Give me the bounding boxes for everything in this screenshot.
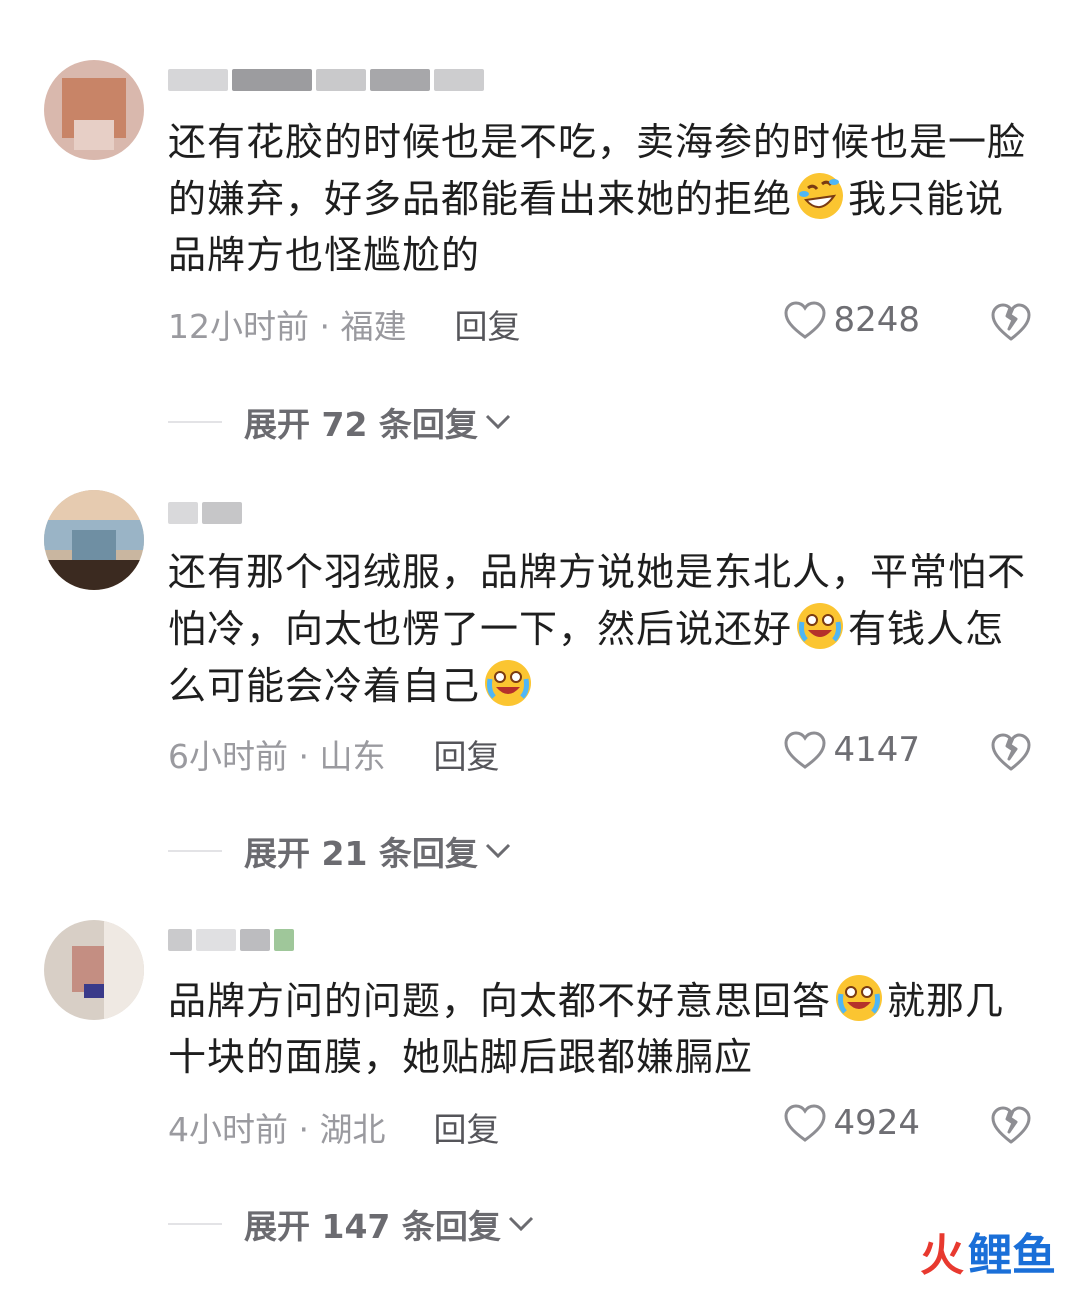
crying-laughing-emoji-icon: [836, 975, 883, 1021]
chevron-down-icon: [485, 843, 510, 859]
chevron-down-icon: [485, 414, 510, 430]
crying-laughing-emoji-icon: [485, 660, 532, 706]
like-button[interactable]: 8248: [783, 300, 920, 340]
comment-text: 还有那个羽绒服，品牌方说她是东北人，平常怕不怕冷，向太也愣了一下，然后说还好 有钱…: [168, 550, 1027, 708]
divider: [168, 421, 222, 423]
watermark-logo: 火 鲤鱼: [920, 1230, 1056, 1281]
reply-button[interactable]: 回复: [454, 300, 520, 348]
divider: [168, 850, 222, 852]
like-count: 4924: [833, 1103, 920, 1143]
like-button[interactable]: 4147: [783, 730, 920, 770]
username-redacted[interactable]: [168, 62, 484, 98]
reply-button[interactable]: 回复: [433, 730, 499, 778]
dislike-button[interactable]: [990, 732, 1032, 776]
chevron-down-icon: [508, 1216, 533, 1232]
timestamp-location: 4小时前 · 湖北: [168, 1110, 386, 1149]
expand-replies-button[interactable]: 展开 72 条回复: [168, 398, 512, 446]
expand-replies-button[interactable]: 展开 147 条回复: [168, 1200, 535, 1248]
timestamp-location: 6小时前 · 山东: [168, 737, 386, 776]
broken-heart-icon: [991, 733, 1031, 771]
divider: [168, 1223, 222, 1225]
heart-icon: [784, 1104, 826, 1142]
like-button[interactable]: 4924: [783, 1103, 920, 1143]
username-redacted[interactable]: [168, 495, 242, 531]
rolling-laughing-emoji-icon: [797, 173, 844, 219]
comment-meta: 4小时前 · 湖北 回复: [168, 1103, 499, 1151]
comment-meta: 12小时前 · 福建 回复: [168, 300, 520, 348]
avatar[interactable]: [44, 920, 144, 1020]
comment-text: 品牌方问的问题，向太都不好意思回答 就那几十块的面膜，她贴脚后跟都嫌膈应: [168, 972, 1028, 1085]
like-count: 4147: [833, 730, 920, 770]
heart-icon: [784, 731, 826, 769]
broken-heart-icon: [991, 303, 1031, 341]
expand-replies-button[interactable]: 展开 21 条回复: [168, 827, 512, 875]
dislike-button[interactable]: [990, 302, 1032, 346]
avatar[interactable]: [44, 60, 144, 160]
reply-button[interactable]: 回复: [433, 1103, 499, 1151]
avatar[interactable]: [44, 490, 144, 590]
comment-meta: 6小时前 · 山东 回复: [168, 730, 499, 778]
dislike-button[interactable]: [990, 1105, 1032, 1149]
crying-laughing-emoji-icon: [797, 603, 844, 649]
heart-icon: [784, 301, 826, 339]
username-redacted[interactable]: [168, 922, 294, 958]
broken-heart-icon: [991, 1106, 1031, 1144]
timestamp-location: 12小时前 · 福建: [168, 307, 407, 346]
comment-text: 还有花胶的时候也是不吃，卖海参的时候也是一脸的嫌弃，好多品都能看出来她的拒绝 我只…: [168, 120, 1027, 277]
like-count: 8248: [833, 300, 920, 340]
